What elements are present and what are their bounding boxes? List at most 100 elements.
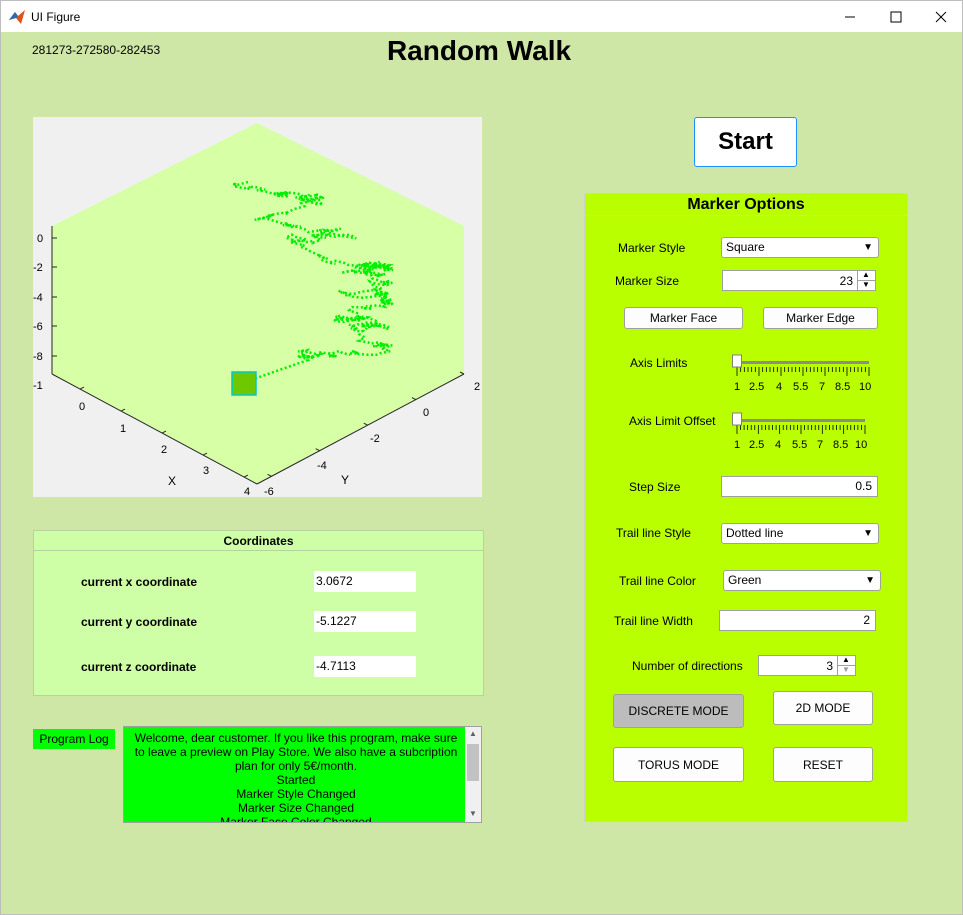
log-line: Started — [276, 773, 316, 787]
title-bar: UI Figure — [0, 0, 963, 32]
axis-limits-slider[interactable]: 1 2.5 4 5.5 7 8.5 10 — [731, 353, 877, 395]
slider-track — [737, 419, 865, 422]
slider-tick-label: 10 — [859, 381, 871, 393]
trail-line-width-label: Trail line Width — [614, 614, 693, 628]
chevron-down-icon: ▼ — [865, 575, 875, 586]
program-log-label: Program Log — [33, 729, 115, 749]
slider-tick-label: 5.5 — [792, 439, 807, 451]
number-of-directions-spinner[interactable]: 3 ▲ ▼ — [758, 655, 856, 676]
x-axis-label: X — [168, 474, 176, 488]
slider-tick-label: 7 — [817, 439, 823, 451]
marker-size-label: Marker Size — [615, 274, 680, 288]
spinner-buttons: ▲ ▼ — [857, 270, 875, 290]
z-tick-label: 0 — [37, 233, 43, 245]
random-walk-plot[interactable]: 0 -2 -4 -6 -8 -1 0 1 2 3 4 X 2 0 -2 -4 -… — [33, 117, 482, 497]
spinner-buttons: ▲ ▼ — [837, 655, 855, 675]
slider-tick-label: 10 — [855, 439, 867, 451]
log-line: Marker Style Changed — [236, 787, 356, 801]
program-log-text: Welcome, dear customer. If you like this… — [128, 731, 464, 823]
marker-options-panel: Marker Options Marker Style Square ▼ Mar… — [584, 193, 908, 822]
spin-down-icon[interactable]: ▼ — [862, 280, 870, 289]
plot-canvas[interactable]: 0 -2 -4 -6 -8 -1 0 1 2 3 4 X 2 0 -2 -4 -… — [33, 117, 482, 497]
y-tick-label: -4 — [317, 460, 327, 472]
z-tick-label: -6 — [33, 321, 43, 333]
marker-size-spinner[interactable]: 23 ▲ ▼ — [722, 270, 876, 291]
minimize-button[interactable] — [827, 1, 873, 33]
maximize-icon — [890, 11, 902, 23]
close-icon — [935, 11, 947, 23]
2d-mode-button[interactable]: 2D MODE — [773, 691, 873, 725]
x-coordinate-field[interactable]: 3.0672 — [314, 571, 416, 592]
z-coordinate-label: current z coordinate — [81, 660, 197, 674]
trail-line-color-value: Green — [728, 573, 762, 587]
marker-face-button[interactable]: Marker Face — [624, 307, 743, 329]
y-axis-label: Y — [341, 473, 349, 487]
walker-marker — [231, 371, 257, 396]
reset-button[interactable]: RESET — [773, 747, 873, 782]
window-title: UI Figure — [31, 10, 81, 24]
marker-style-label: Marker Style — [618, 241, 686, 255]
slider-track — [737, 361, 869, 364]
slider-tick-label: 7 — [819, 381, 825, 393]
marker-edge-button[interactable]: Marker Edge — [763, 307, 878, 329]
log-line: plan for only 5€/month. — [234, 759, 358, 773]
axis-limit-offset-slider[interactable]: 1 2.5 4 5.5 7 8.5 10 — [731, 411, 877, 453]
log-line: Marker Size Changed — [237, 801, 355, 815]
spin-up-icon[interactable]: ▲ — [862, 270, 870, 279]
slider-tick-label: 1 — [734, 439, 740, 451]
y-tick-label: -6 — [264, 486, 274, 497]
matlab-icon — [9, 10, 25, 24]
torus-mode-button[interactable]: TORUS MODE — [613, 747, 744, 782]
cube-face — [52, 123, 464, 484]
trail-line-color-dropdown[interactable]: Green ▼ — [723, 570, 881, 591]
slider-thumb[interactable] — [732, 354, 742, 368]
slider-tick-label: 5.5 — [793, 381, 808, 393]
slider-ticks — [736, 425, 866, 434]
slider-ticks — [736, 367, 870, 376]
scroll-up-icon[interactable]: ▲ — [469, 729, 477, 738]
coordinates-title: Coordinates — [34, 531, 483, 551]
x-tick-label: 2 — [161, 444, 167, 456]
y-coordinate-label: current y coordinate — [81, 615, 198, 629]
y-tick-label: 2 — [474, 381, 480, 393]
x-coordinate-label: current x coordinate — [81, 575, 198, 589]
x-tick-label: 3 — [203, 465, 209, 477]
scroll-down-icon[interactable]: ▼ — [469, 809, 477, 818]
y-tick-label: 0 — [423, 407, 429, 419]
slider-tick-label: 2.5 — [749, 439, 764, 451]
start-button[interactable]: Start — [694, 117, 797, 167]
spin-up-icon[interactable]: ▲ — [842, 655, 850, 664]
minimize-icon — [845, 16, 855, 18]
coordinates-panel: Coordinates current x coordinate 3.0672 … — [33, 530, 484, 696]
number-of-directions-value: 3 — [826, 659, 833, 673]
spin-down-icon[interactable]: ▼ — [842, 665, 850, 674]
page-title: Random Walk — [386, 35, 572, 66]
trail-line-style-dropdown[interactable]: Dotted line ▼ — [721, 523, 879, 544]
y-coordinate-field[interactable]: -5.1227 — [314, 611, 416, 632]
close-button[interactable] — [918, 1, 963, 33]
y-tick-label: -2 — [370, 433, 380, 445]
scroll-thumb[interactable] — [467, 744, 479, 781]
trail-line-style-label: Trail line Style — [616, 526, 691, 540]
slider-tick-label: 8.5 — [833, 439, 848, 451]
axis-limits-label: Axis Limits — [630, 356, 688, 370]
discrete-mode-button[interactable]: DISCRETE MODE — [613, 694, 744, 728]
slider-tick-label: 8.5 — [835, 381, 850, 393]
x-tick-label: 4 — [244, 486, 250, 497]
figure-client-area: 281273-272580-282453 Random Walk 0 -2 -4… — [0, 32, 963, 915]
maximize-button[interactable] — [873, 1, 919, 33]
trail-line-color-label: Trail line Color — [619, 574, 696, 588]
step-size-field[interactable]: 0.5 — [721, 476, 878, 497]
slider-tick-label: 1 — [734, 381, 740, 393]
z-coordinate-field[interactable]: -4.7113 — [314, 656, 416, 677]
slider-tick-label: 4 — [776, 381, 782, 393]
slider-tick-label: 4 — [775, 439, 781, 451]
log-line: Marker Face Color Changed — [220, 815, 372, 823]
z-tick-label: -1 — [33, 380, 43, 392]
program-log-textarea[interactable]: Welcome, dear customer. If you like this… — [123, 726, 482, 823]
slider-thumb[interactable] — [732, 412, 742, 426]
trail-line-width-field[interactable]: 2 — [719, 610, 876, 631]
log-scrollbar[interactable]: ▲ ▼ — [465, 727, 481, 822]
z-tick-label: -4 — [33, 292, 43, 304]
marker-style-dropdown[interactable]: Square ▼ — [721, 237, 879, 258]
